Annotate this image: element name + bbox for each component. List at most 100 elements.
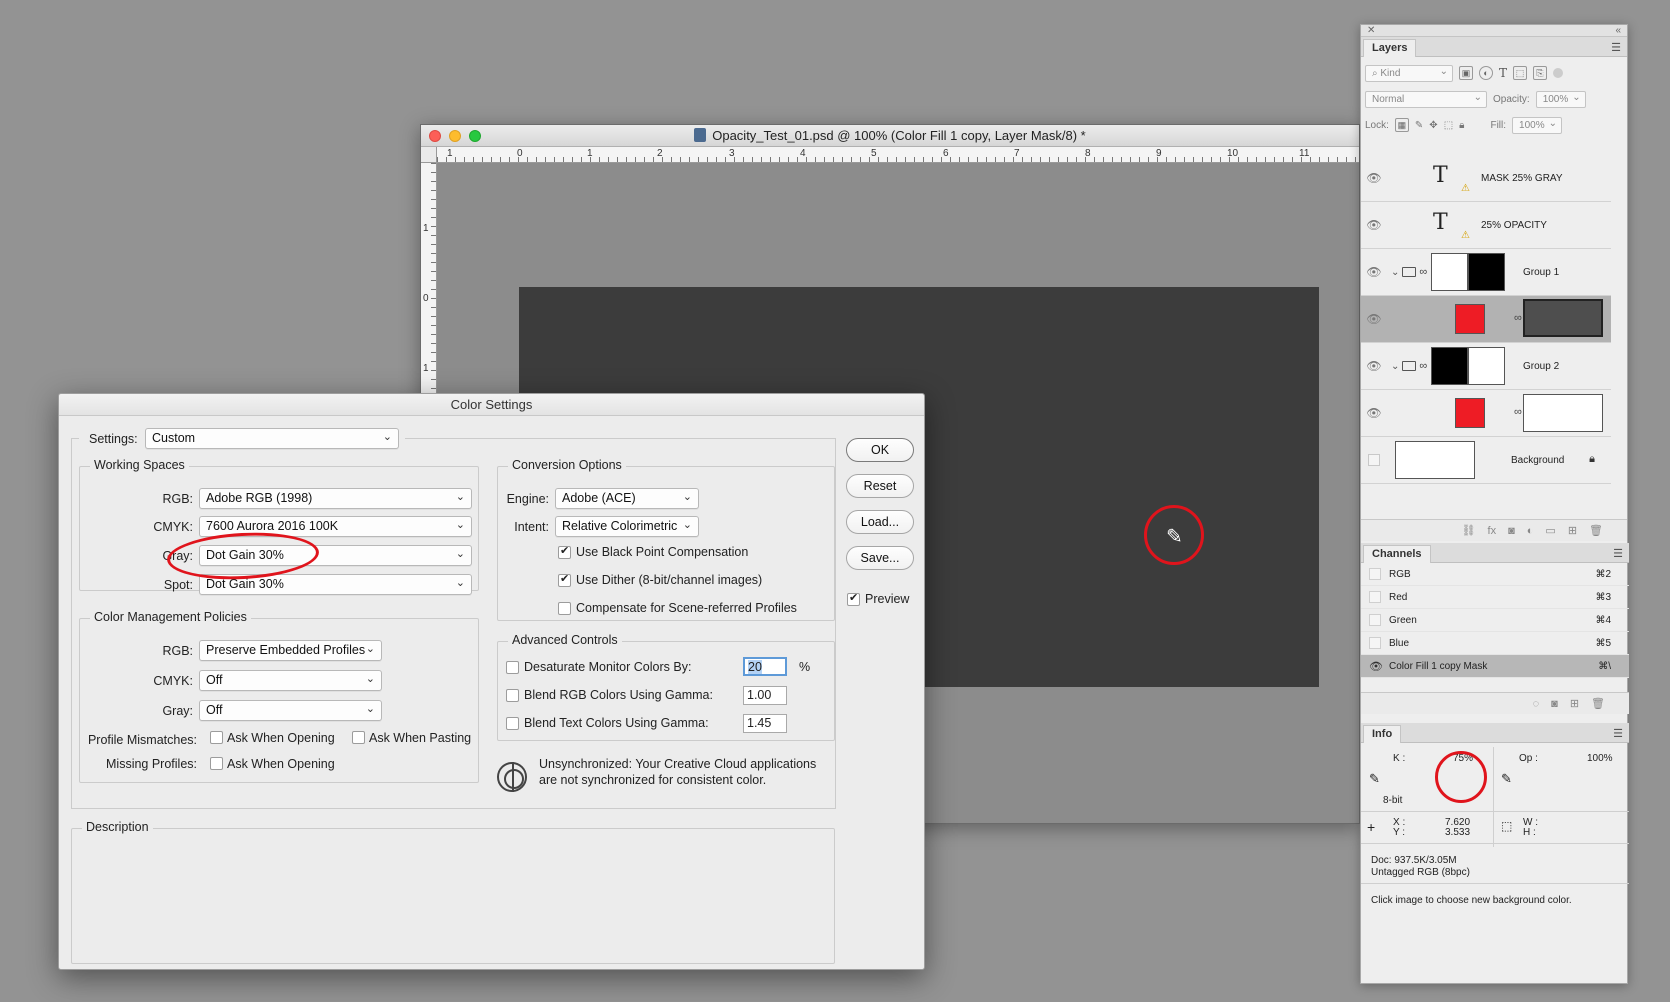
zoom-button[interactable] <box>469 130 481 142</box>
lock-image-icon[interactable]: ✎ <box>1415 120 1423 131</box>
link-icon[interactable]: ∞ <box>1419 360 1427 372</box>
shape-filter-icon[interactable]: ⬚ <box>1513 66 1528 80</box>
add-mask-icon[interactable]: ◙ <box>1508 525 1515 537</box>
layer-row[interactable]: 👁︎ T ⚠ 25% OPACITY <box>1361 202 1611 249</box>
lock-all-icon[interactable]: 🔒︎ <box>1459 120 1464 131</box>
document-titlebar[interactable]: Opacity_Test_01.psd @ 100% (Color Fill 1… <box>421 125 1359 147</box>
save-selection-icon[interactable]: ◙ <box>1551 698 1558 710</box>
ok-button[interactable]: OK <box>846 438 914 462</box>
engine-select[interactable]: Adobe (ACE) ⌄ <box>555 488 699 509</box>
visibility-eye-icon[interactable]: 👁︎ <box>1361 265 1387 279</box>
visibility-eye-icon[interactable]: 👁︎ <box>1361 218 1387 232</box>
trash-icon[interactable]: 🗑︎ <box>1589 524 1603 537</box>
layer-row[interactable]: 👁︎ ∞ <box>1361 390 1611 437</box>
filter-toggle-icon[interactable] <box>1553 68 1564 78</box>
adjustment-filter-icon[interactable]: ◐ <box>1479 66 1493 80</box>
load-selection-icon[interactable]: ◌ <box>1533 698 1540 710</box>
visibility-eye-icon[interactable]: 👁︎ <box>1361 171 1387 185</box>
lock-transparent-icon[interactable]: ▦ <box>1394 118 1409 132</box>
tab-channels[interactable]: Channels <box>1363 545 1431 563</box>
desaturate-checkbox[interactable] <box>506 661 519 674</box>
tab-layers[interactable]: Layers <box>1363 39 1417 57</box>
dither-checkbox[interactable] <box>558 572 571 587</box>
mask-thumbnail[interactable] <box>1468 347 1506 385</box>
load-button[interactable]: Load... <box>846 510 914 534</box>
collapse-panels-icon[interactable]: « <box>1615 25 1621 36</box>
channel-visibility[interactable] <box>1369 614 1381 626</box>
type-filter-icon[interactable]: T <box>1499 66 1507 80</box>
ruler-origin[interactable] <box>421 147 437 163</box>
ask-when-opening-checkbox[interactable] <box>210 731 223 744</box>
mask-thumbnail[interactable] <box>1523 394 1603 432</box>
layer-row[interactable]: 👁︎ ⌄ ∞ Group 1 <box>1361 249 1611 296</box>
blend-rgb-input[interactable]: 1.00 <box>743 686 787 705</box>
link-icon[interactable]: ∞ <box>1514 406 1522 418</box>
blend-text-checkbox[interactable] <box>506 717 519 730</box>
layers-menu-icon[interactable]: ☰ <box>1611 41 1621 54</box>
blend-rgb-checkbox[interactable] <box>506 689 519 702</box>
settings-select[interactable]: Custom ⌄ <box>145 428 399 449</box>
desaturate-input[interactable]: 20 <box>743 657 787 676</box>
mask-thumbnail[interactable] <box>1523 299 1603 337</box>
mask-thumbnail[interactable] <box>1468 253 1506 291</box>
link-layers-icon[interactable]: ⛓ <box>1462 524 1476 537</box>
opacity-input[interactable]: 100% <box>1535 90 1586 108</box>
channel-visibility[interactable] <box>1369 568 1381 580</box>
channel-row[interactable]: RGB ⌘2 <box>1361 563 1629 586</box>
rgb-working-space-select[interactable]: Adobe RGB (1998) ⌄ <box>199 488 472 509</box>
link-icon[interactable]: ∞ <box>1514 312 1522 324</box>
lock-artboard-icon[interactable]: ⬚ <box>1444 120 1453 131</box>
channel-row[interactable]: 👁︎ Color Fill 1 copy Mask ⌘\ <box>1361 655 1629 678</box>
close-panel-icon[interactable]: ✕ <box>1367 25 1375 36</box>
policy-gray-label: Gray: <box>162 704 193 718</box>
chevron-down-icon[interactable]: ⌄ <box>1391 361 1399 372</box>
visibility-eye-icon[interactable]: 👁︎ <box>1361 406 1387 420</box>
layer-row[interactable]: Background 🔒︎ <box>1361 437 1611 484</box>
channel-visibility[interactable] <box>1369 637 1381 649</box>
visibility-toggle[interactable] <box>1368 454 1380 466</box>
cmyk-policy-select[interactable]: Off ⌄ <box>199 670 382 691</box>
horizontal-ruler[interactable]: 1 0 1 2 3 4 5 6 7 8 9 10 11 <box>437 147 1359 163</box>
layer-row[interactable]: 👁︎ ∞ <box>1361 296 1611 343</box>
info-menu-icon[interactable]: ☰ <box>1613 727 1623 740</box>
smart-object-filter-icon[interactable]: ⎘ <box>1533 66 1548 80</box>
rgb-policy-select[interactable]: Preserve Embedded Profiles ⌄ <box>199 640 382 661</box>
blend-text-input[interactable]: 1.45 <box>743 714 787 733</box>
layer-row[interactable]: 👁︎ ⌄ ∞ Group 2 <box>1361 343 1611 390</box>
new-layer-icon[interactable]: ⊞ <box>1568 524 1577 537</box>
channels-menu-icon[interactable]: ☰ <box>1613 547 1623 560</box>
channel-row[interactable]: Green ⌘4 <box>1361 609 1629 632</box>
new-group-icon[interactable]: ▭ <box>1545 524 1555 537</box>
reset-button[interactable]: Reset <box>846 474 914 498</box>
visibility-eye-icon[interactable]: 👁︎ <box>1361 312 1387 326</box>
lock-position-icon[interactable]: ✥ <box>1429 120 1437 131</box>
adjustment-icon[interactable]: ◐ <box>1527 525 1534 537</box>
new-channel-icon[interactable]: ⊞ <box>1570 697 1579 710</box>
ask-when-pasting-checkbox[interactable] <box>352 731 365 744</box>
layer-row[interactable]: 👁︎ T ⚠ MASK 25% GRAY <box>1361 155 1611 202</box>
close-button[interactable] <box>429 130 441 142</box>
blend-mode-select[interactable]: Normal <box>1365 90 1487 108</box>
channel-row[interactable]: Red ⌘3 <box>1361 586 1629 609</box>
preview-checkbox[interactable] <box>847 591 860 606</box>
intent-select[interactable]: Relative Colorimetric ⌄ <box>555 516 699 537</box>
layer-name: MASK 25% GRAY <box>1481 173 1563 184</box>
missing-ask-when-opening-checkbox[interactable] <box>210 757 223 770</box>
channel-visibility[interactable] <box>1369 591 1381 603</box>
fill-input[interactable]: 100% <box>1512 116 1563 134</box>
scene-referred-checkbox[interactable] <box>558 602 571 615</box>
save-button[interactable]: Save... <box>846 546 914 570</box>
minimize-button[interactable] <box>449 130 461 142</box>
chevron-down-icon[interactable]: ⌄ <box>1391 267 1399 278</box>
fx-icon[interactable]: fx <box>1488 525 1497 537</box>
trash-icon[interactable]: 🗑︎ <box>1591 697 1605 710</box>
visibility-eye-icon[interactable]: 👁︎ <box>1361 359 1387 373</box>
tab-info[interactable]: Info <box>1363 725 1402 743</box>
channel-row[interactable]: Blue ⌘5 <box>1361 632 1629 655</box>
link-icon[interactable]: ∞ <box>1419 266 1427 278</box>
black-point-checkbox[interactable] <box>558 544 571 559</box>
visibility-eye-icon[interactable]: 👁︎ <box>1369 660 1383 673</box>
kind-filter-select[interactable]: ⌕ Kind <box>1365 64 1453 82</box>
gray-policy-select[interactable]: Off ⌄ <box>199 700 382 721</box>
pixel-filter-icon[interactable]: ▣ <box>1459 66 1473 80</box>
